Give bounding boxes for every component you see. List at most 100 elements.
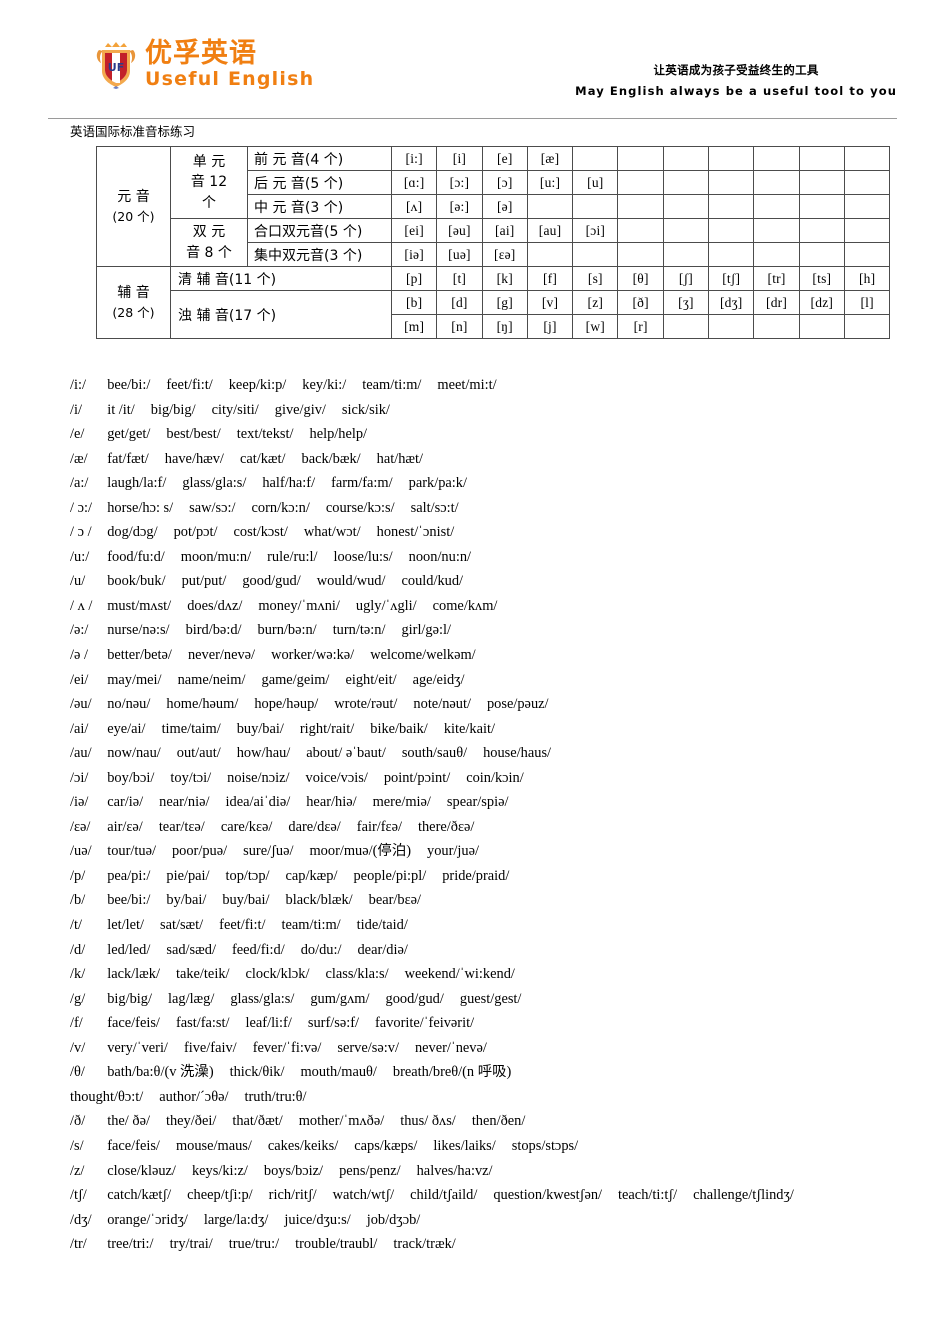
- word-entry: halves/ha:vz/: [416, 1162, 493, 1179]
- diphthong-line1: 双 元: [192, 224, 226, 241]
- consonants-category-cell: 辅 音 (28 个): [96, 266, 171, 339]
- word-entry: juice/dʒu:s/: [284, 1211, 351, 1228]
- ipa-symbol-cell: [i]: [436, 146, 483, 171]
- word-entry: honest/ˈɔnist/: [376, 524, 455, 541]
- ipa-symbol-cell: [ʌ]: [390, 194, 438, 219]
- ipa-symbol-cell: [dr]: [753, 290, 800, 315]
- word-entry: fair/fɛə/: [356, 818, 402, 835]
- word-entry: car/iə/: [107, 794, 144, 811]
- word-entry: thus/ ðʌs/: [400, 1113, 456, 1130]
- ipa-symbol-cell: [708, 146, 755, 171]
- word-entry: pride/praid/: [442, 867, 510, 884]
- word-entry: sad/sæd/: [166, 941, 216, 958]
- word-entry: class/kla:s/: [325, 966, 389, 983]
- word-entry: hope/həup/: [254, 696, 319, 713]
- word-entry: cat/kæt/: [239, 450, 286, 467]
- ipa-symbol-cell: [s]: [572, 266, 619, 291]
- word-entry: gum/gʌm/: [310, 990, 370, 1007]
- word-list-line: /θ/ bath/ba:θ/(v 洗澡) thick/θik/mouth/mauθ…: [70, 1060, 900, 1085]
- word-entry: meet/mi:t/: [437, 377, 497, 393]
- word-entry: rich/ritʃ/: [268, 1187, 317, 1204]
- word-list-line: /e/ get/get/best/best/text/tekst/help/he…: [70, 422, 900, 447]
- word-list-line: /ə / better/betə/never/nevə/worker/wə:kə…: [70, 643, 900, 668]
- phoneme-label: /ð/: [70, 1113, 86, 1130]
- word-list-line: /b/ bee/bi:/ by/bai/buy/bai/black/blæk/be…: [70, 888, 900, 913]
- group-label-closing-diphthongs: 合口双元音(5 个): [247, 218, 392, 243]
- word-entry: five/faiv/: [183, 1039, 237, 1056]
- phoneme-label: /t/: [70, 917, 82, 934]
- word-entry: catch/kætʃ/: [107, 1187, 172, 1204]
- monophthong-line2: 音 12: [190, 174, 228, 191]
- diphthong-cell: 双 元 音 8 个: [170, 218, 248, 267]
- phoneme-label: /p/: [70, 867, 86, 884]
- word-entry: pot/pɔt/: [173, 524, 218, 541]
- word-entry: worker/wə:kə/: [271, 647, 355, 664]
- ipa-symbol-cell: [662, 194, 710, 219]
- ipa-symbol-cell: [ɔi]: [572, 218, 619, 243]
- word-list-line: /tʃ/ catch/kætʃ/cheep/tʃi:p/rich/ritʃ/wa…: [70, 1183, 900, 1208]
- word-entry: help/help/: [309, 426, 368, 443]
- word-entry: do/du:/: [300, 941, 342, 958]
- word-entry: pea/pi:/: [107, 867, 151, 884]
- ipa-symbol-cell: [843, 242, 891, 267]
- ipa-symbol-cell: [u]: [572, 170, 619, 195]
- ipa-symbol-cell: [662, 242, 710, 267]
- ipa-symbol-cell: [iə]: [390, 242, 438, 267]
- word-list-line: /v/ very/ˈveri/five/faiv/fever/ˈfi:və/se…: [70, 1036, 900, 1061]
- word-entry: note/nəut/: [413, 696, 471, 713]
- word-list-line: /i:/ bee/bi:/ feet/fi:t/keep/ki:p/key/ki:…: [70, 373, 900, 398]
- word-entry: come/kʌm/: [432, 597, 498, 614]
- ipa-symbol-cell: [843, 146, 891, 171]
- word-entry: boys/bɔiz/: [263, 1162, 324, 1179]
- word-entry: keys/ki:z/: [191, 1162, 248, 1179]
- word-entry: food/fu:d/: [107, 548, 165, 565]
- word-entry: lack/læk/: [107, 966, 160, 983]
- word-entry: very/ˈveri/: [107, 1039, 168, 1056]
- word-entry: mouth/mauθ/: [300, 1064, 377, 1081]
- group-label-front-vowels: 前 元 音(4 个): [247, 146, 392, 171]
- word-entry: care/kɛə/: [220, 818, 273, 835]
- ipa-symbol-cell: [j]: [526, 314, 574, 339]
- ipa-symbol-cell: [617, 242, 664, 267]
- word-entry: track/træk/: [393, 1236, 456, 1253]
- word-entry: hat/hæt/: [376, 450, 424, 467]
- word-entry: point/pɔint/: [383, 769, 451, 786]
- word-entry: moor/muə/(停泊): [309, 843, 411, 860]
- table-row: 元 音 (20 个) 单 元 音 12 个 前 元 音(4 个) [i:] [i…: [96, 146, 891, 267]
- word-entry: bird/bə:d/: [185, 622, 242, 639]
- ipa-symbol-cell: [b]: [390, 290, 438, 315]
- word-entry: have/hæv/: [164, 450, 224, 467]
- word-entry: how/hau/: [236, 745, 291, 762]
- ipa-symbol-cell: [753, 218, 800, 243]
- ipa-symbol-cell: [843, 194, 891, 219]
- ipa-symbol-cell: [p]: [390, 266, 438, 291]
- word-list-line: /æ/ fat/fæt/have/hæv/cat/kæt/back/bæk/ha…: [70, 447, 900, 472]
- word-entry: serve/sə:v/: [337, 1039, 399, 1056]
- phoneme-label: /ɛə/: [70, 818, 91, 835]
- word-entry: bike/baik/: [370, 720, 428, 737]
- word-entry: caps/kæps/: [354, 1137, 418, 1154]
- word-entry: about/ əˈbaut/: [306, 745, 386, 762]
- diphthong-line2: 音 8 个: [186, 244, 232, 261]
- word-entry: mother/ˈmʌðə/: [298, 1113, 385, 1130]
- ipa-symbol-cell: [ɔ]: [481, 170, 528, 195]
- word-entry: could/kud/: [401, 573, 464, 590]
- ipa-symbol-cell: [ʒ]: [662, 290, 710, 315]
- word-entry: loose/lu:s/: [333, 548, 393, 565]
- word-entry: good/gud/: [385, 990, 444, 1007]
- ipa-symbol-cell: [753, 170, 800, 195]
- ipa-symbol-cell: [798, 218, 845, 243]
- group-label-central-vowels: 中 元 音(3 个): [247, 194, 392, 219]
- group-label-back-vowels: 后 元 音(5 个): [247, 170, 392, 195]
- ipa-symbol-cell: [617, 218, 664, 243]
- ipa-symbol-cell: [g]: [481, 290, 528, 315]
- word-entry: name/neim/: [177, 671, 246, 688]
- word-list-line: /d/ led/led/sad/sæd/feed/fi:d/do/du:/ dea…: [70, 938, 900, 963]
- ipa-symbol-cell: [662, 314, 710, 339]
- word-entry: clock/klɔk/: [245, 966, 310, 983]
- word-entry: game/geim/: [261, 671, 330, 688]
- phoneme-label: /ei/: [70, 671, 89, 688]
- page-title: 英语国际标准音标练习: [70, 124, 196, 139]
- phoneme-label: /s/: [70, 1137, 84, 1154]
- word-entry: poor/puə/: [171, 843, 228, 860]
